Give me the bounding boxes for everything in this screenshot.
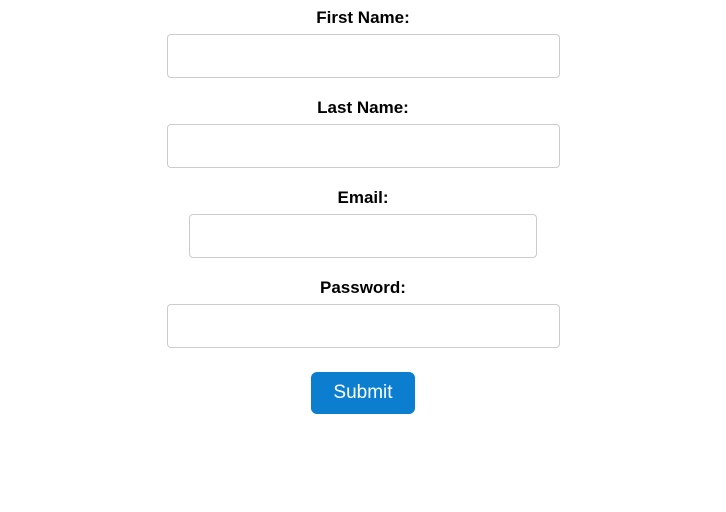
- first-name-group: First Name:: [167, 8, 560, 78]
- email-input[interactable]: [189, 214, 537, 258]
- password-input[interactable]: [167, 304, 560, 348]
- signup-form: First Name: Last Name: Email: Password: …: [0, 8, 726, 414]
- first-name-input[interactable]: [167, 34, 560, 78]
- last-name-group: Last Name:: [167, 98, 560, 168]
- password-group: Password:: [167, 278, 560, 348]
- last-name-input[interactable]: [167, 124, 560, 168]
- last-name-label: Last Name:: [317, 98, 409, 118]
- submit-button[interactable]: Submit: [311, 372, 414, 414]
- first-name-label: First Name:: [316, 8, 410, 28]
- email-label: Email:: [337, 188, 388, 208]
- email-group: Email:: [189, 188, 537, 258]
- password-label: Password:: [320, 278, 406, 298]
